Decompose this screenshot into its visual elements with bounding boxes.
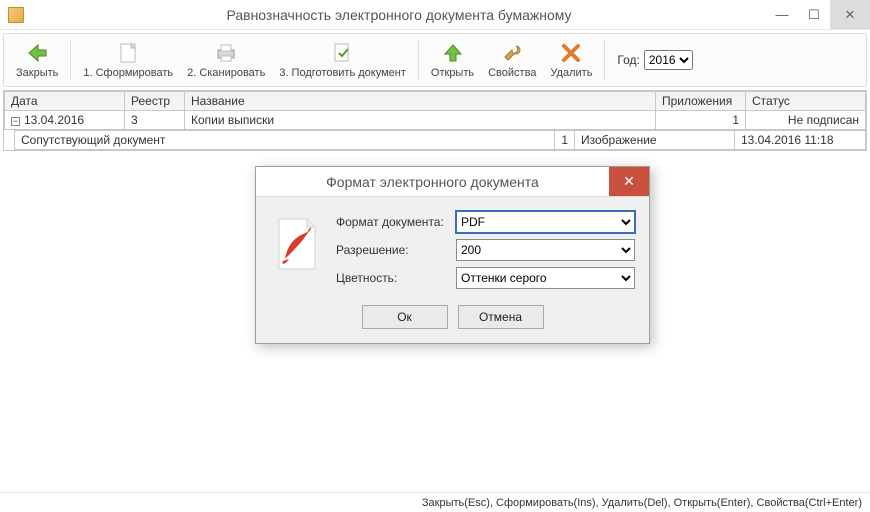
grid-subrow[interactable]: Сопутствующий документ 1 Изображение 13.… [15,131,866,150]
col-date[interactable]: Дата [5,92,125,111]
properties-label: Свойства [488,67,536,79]
pdf-icon [270,211,324,289]
cancel-button[interactable]: Отмена [458,305,544,329]
document-check-icon [331,41,355,65]
color-label: Цветность: [336,271,456,285]
form-label: 1. Сформировать [83,67,173,79]
format-label: Формат документа: [336,215,456,229]
collapse-icon[interactable]: − [11,117,20,126]
separator [70,40,71,80]
dialog-title: Формат электронного документа [256,174,609,190]
separator [418,40,419,80]
cell-num: 1 [555,131,575,150]
cell-doc-type: Сопутствующий документ [15,131,555,150]
col-status[interactable]: Статус [746,92,866,111]
close-label: Закрыть [16,67,58,79]
printer-icon [214,41,238,65]
form-button[interactable]: 1. Сформировать [77,36,179,84]
delete-label: Удалить [550,67,592,79]
shortcut-hints: Закрыть(Esc), Сформировать(Ins), Удалить… [422,497,862,509]
separator [604,40,605,80]
format-dialog: Формат электронного документа ✕ Формат д… [255,166,650,344]
delete-x-icon [559,41,583,65]
open-label: Открыть [431,67,474,79]
arrow-up-icon [441,41,465,65]
dialog-close-button[interactable]: ✕ [609,167,649,196]
year-select[interactable]: 2016 [644,50,693,70]
minimize-button[interactable]: — [766,0,798,29]
col-attachments[interactable]: Приложения [656,92,746,111]
toolbar: Закрыть 1. Сформировать 2. Сканировать 3… [3,33,867,87]
ok-button[interactable]: Ок [362,305,448,329]
window-title: Равнозначность электронного документа бу… [32,7,766,23]
resolution-select[interactable]: 200 [456,239,635,261]
arrow-left-icon [25,41,49,65]
maximize-button[interactable]: ☐ [798,0,830,29]
scan-button[interactable]: 2. Сканировать [181,36,271,84]
format-select[interactable]: PDF [456,211,635,233]
main-grid: Дата Реестр Название Приложения Статус −… [3,90,867,151]
status-bar: Закрыть(Esc), Сформировать(Ins), Удалить… [0,492,870,512]
resolution-label: Разрешение: [336,243,456,257]
col-registry[interactable]: Реестр [125,92,185,111]
year-label: Год: [617,53,639,67]
delete-button[interactable]: Удалить [544,36,598,84]
col-name[interactable]: Название [185,92,656,111]
cell-status: Не подписан [746,111,866,130]
document-icon [116,41,140,65]
color-select[interactable]: Оттенки серого [456,267,635,289]
open-button[interactable]: Открыть [425,36,480,84]
cell-attachments: 1 [656,111,746,130]
cell-name: Копии выписки [185,111,656,130]
grid-row[interactable]: −13.04.2016 3 Копии выписки 1 Не подписа… [5,111,866,130]
scan-label: 2. Сканировать [187,67,265,79]
cell-ts: 13.04.2016 11:18 [735,131,866,150]
cell-image: Изображение [575,131,735,150]
cell-registry: 3 [125,111,185,130]
grid-header-row: Дата Реестр Название Приложения Статус [5,92,866,111]
close-button[interactable]: Закрыть [10,36,64,84]
prepare-label: 3. Подготовить документ [279,67,406,79]
wrench-icon [500,41,524,65]
titlebar: Равнозначность электронного документа бу… [0,0,870,30]
properties-button[interactable]: Свойства [482,36,542,84]
cell-date: 13.04.2016 [24,113,84,127]
close-window-button[interactable]: ✕ [830,0,870,29]
app-icon [8,7,24,23]
prepare-button[interactable]: 3. Подготовить документ [273,36,412,84]
